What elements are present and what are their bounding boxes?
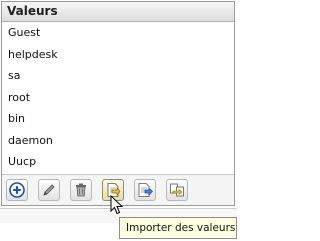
export-icon [138, 183, 153, 197]
edit-icon [43, 184, 55, 196]
list-item[interactable]: daemon [2, 130, 234, 152]
export-button[interactable] [134, 179, 156, 201]
mouse-cursor-icon [110, 195, 124, 215]
values-list[interactable]: Guest helpdesk sa root bin daemon Uucp [2, 22, 234, 173]
move-button[interactable] [166, 179, 188, 201]
list-item[interactable]: helpdesk [2, 44, 234, 66]
add-button[interactable] [6, 179, 28, 201]
list-item[interactable]: Guest [2, 22, 234, 44]
import-tooltip: Importer des valeurs [119, 217, 237, 239]
edit-button[interactable] [38, 179, 60, 201]
list-item[interactable]: root [2, 87, 234, 109]
delete-button[interactable] [70, 179, 92, 201]
list-item[interactable]: Uucp [2, 151, 234, 173]
panel-title: Valeurs [2, 2, 234, 22]
add-icon [9, 182, 25, 198]
trash-icon [76, 183, 86, 197]
move-icon [170, 183, 184, 197]
values-panel: Valeurs Guest helpdesk sa root bin daemo… [1, 1, 235, 206]
list-item[interactable]: sa [2, 65, 234, 87]
list-item[interactable]: bin [2, 108, 234, 130]
